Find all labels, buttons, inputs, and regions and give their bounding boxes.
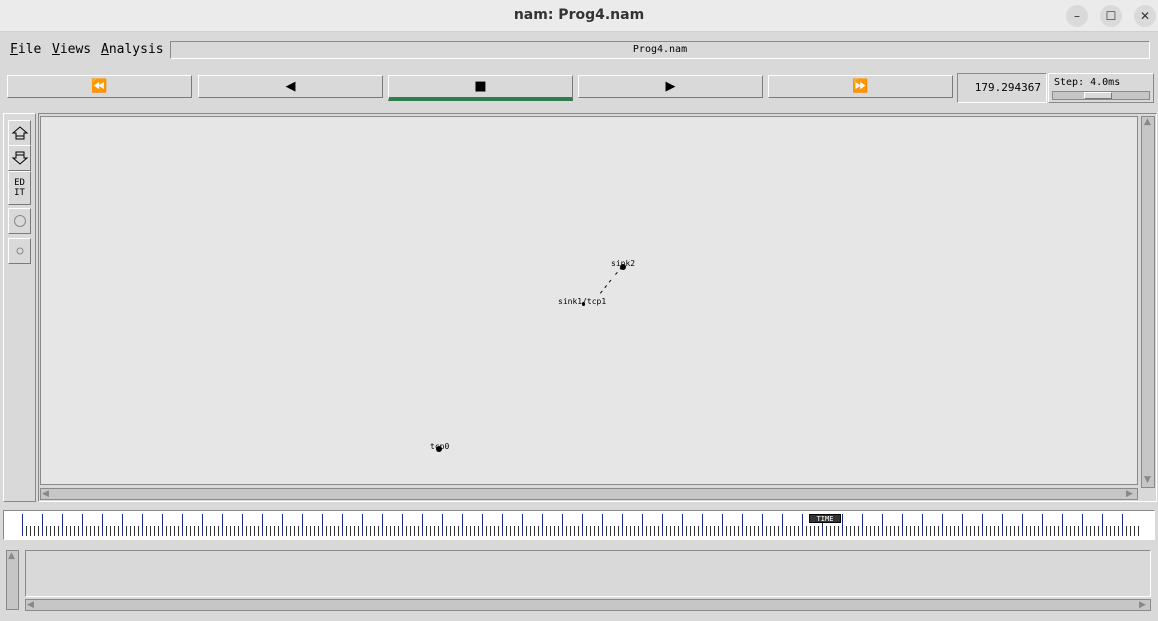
bottom-horizontal-scrollbar[interactable]: ◀ ▶ xyxy=(25,599,1151,611)
stop-button[interactable]: ■ xyxy=(388,75,573,101)
step-slider-thumb[interactable] xyxy=(1084,92,1112,99)
network-canvas[interactable]: sink2 sink1/tcp1 tcp0 xyxy=(40,116,1138,485)
play-icon: ▶ xyxy=(665,79,676,94)
node-sink1-tcp1[interactable] xyxy=(582,302,585,306)
zoom-out-icon xyxy=(11,151,28,165)
zoom-in-icon xyxy=(11,126,28,140)
window-title: nam: Prog4.nam xyxy=(513,7,645,23)
tool-panel: ED IT xyxy=(3,113,36,502)
fast-forward-icon: ⏩ xyxy=(852,79,869,94)
zoom-in-button[interactable] xyxy=(8,120,31,146)
zoom-out-button[interactable] xyxy=(8,145,31,171)
maximize-icon[interactable]: ☐ xyxy=(1100,5,1122,27)
rewind-button[interactable]: ◀ xyxy=(198,75,383,98)
title-bar: nam: Prog4.nam – ☐ ✕ xyxy=(0,0,1158,32)
node-label-sink2: sink2 xyxy=(611,259,636,268)
link-sink2-sink1-lower xyxy=(598,279,612,296)
stop-icon: ■ xyxy=(474,79,487,94)
menu-views-label: iews xyxy=(59,42,92,57)
menu-views[interactable]: Views xyxy=(52,42,91,57)
menu-file-label: ile xyxy=(17,42,42,57)
bottom-scroll-right-icon[interactable]: ▶ xyxy=(1139,600,1146,610)
file-name-display: Prog4.nam xyxy=(170,41,1150,59)
node-label-tcp0: tcp0 xyxy=(430,442,450,451)
menu-analysis[interactable]: Analysis xyxy=(101,42,164,57)
canvas-vertical-scrollbar[interactable]: ▲ ▼ xyxy=(1141,116,1155,488)
rewind-fast-button[interactable]: ⏪ xyxy=(7,75,192,98)
menu-file[interactable]: File xyxy=(10,42,41,57)
time-display: 179.294367 xyxy=(957,73,1047,103)
menu-analysis-label: nalysis xyxy=(108,42,164,57)
timeline-ruler xyxy=(22,514,1139,536)
canvas-horizontal-scrollbar[interactable]: ◀ ▶ xyxy=(40,488,1138,500)
circle-icon xyxy=(13,215,26,227)
step-control: Step: 4.0ms xyxy=(1048,73,1154,103)
edit-button[interactable]: ED IT xyxy=(8,171,31,205)
node-size-small-button[interactable] xyxy=(8,238,31,264)
menu-file-mnemonic: F xyxy=(10,42,18,57)
menu-views-mnemonic: V xyxy=(52,42,60,57)
play-button[interactable]: ▶ xyxy=(578,75,763,98)
scroll-up-icon[interactable]: ▲ xyxy=(1144,117,1151,127)
bottom-vertical-scrollbar[interactable]: ▲ xyxy=(6,550,19,610)
time-marker[interactable]: TIME xyxy=(809,514,841,523)
timeline[interactable]: TIME xyxy=(3,510,1155,540)
close-icon[interactable]: ✕ xyxy=(1134,5,1156,27)
step-label: Step: 4.0ms xyxy=(1054,77,1121,88)
node-size-large-button[interactable] xyxy=(8,208,31,234)
forward-fast-button[interactable]: ⏩ xyxy=(768,75,953,98)
bottom-scroll-left-icon[interactable]: ◀ xyxy=(27,600,34,610)
menu-analysis-mnemonic: A xyxy=(101,42,109,57)
rewind-icon: ◀ xyxy=(285,79,296,94)
small-circle-icon xyxy=(16,247,23,255)
annotation-panel[interactable] xyxy=(25,550,1151,597)
minimize-icon[interactable]: – xyxy=(1066,5,1088,27)
step-slider[interactable] xyxy=(1052,91,1150,100)
scroll-down-icon[interactable]: ▼ xyxy=(1144,475,1151,485)
scroll-left-icon[interactable]: ◀ xyxy=(42,489,49,499)
fast-rewind-icon: ⏪ xyxy=(91,79,108,94)
bottom-scroll-up-icon[interactable]: ▲ xyxy=(8,551,15,561)
scroll-right-icon[interactable]: ▶ xyxy=(1126,489,1133,499)
